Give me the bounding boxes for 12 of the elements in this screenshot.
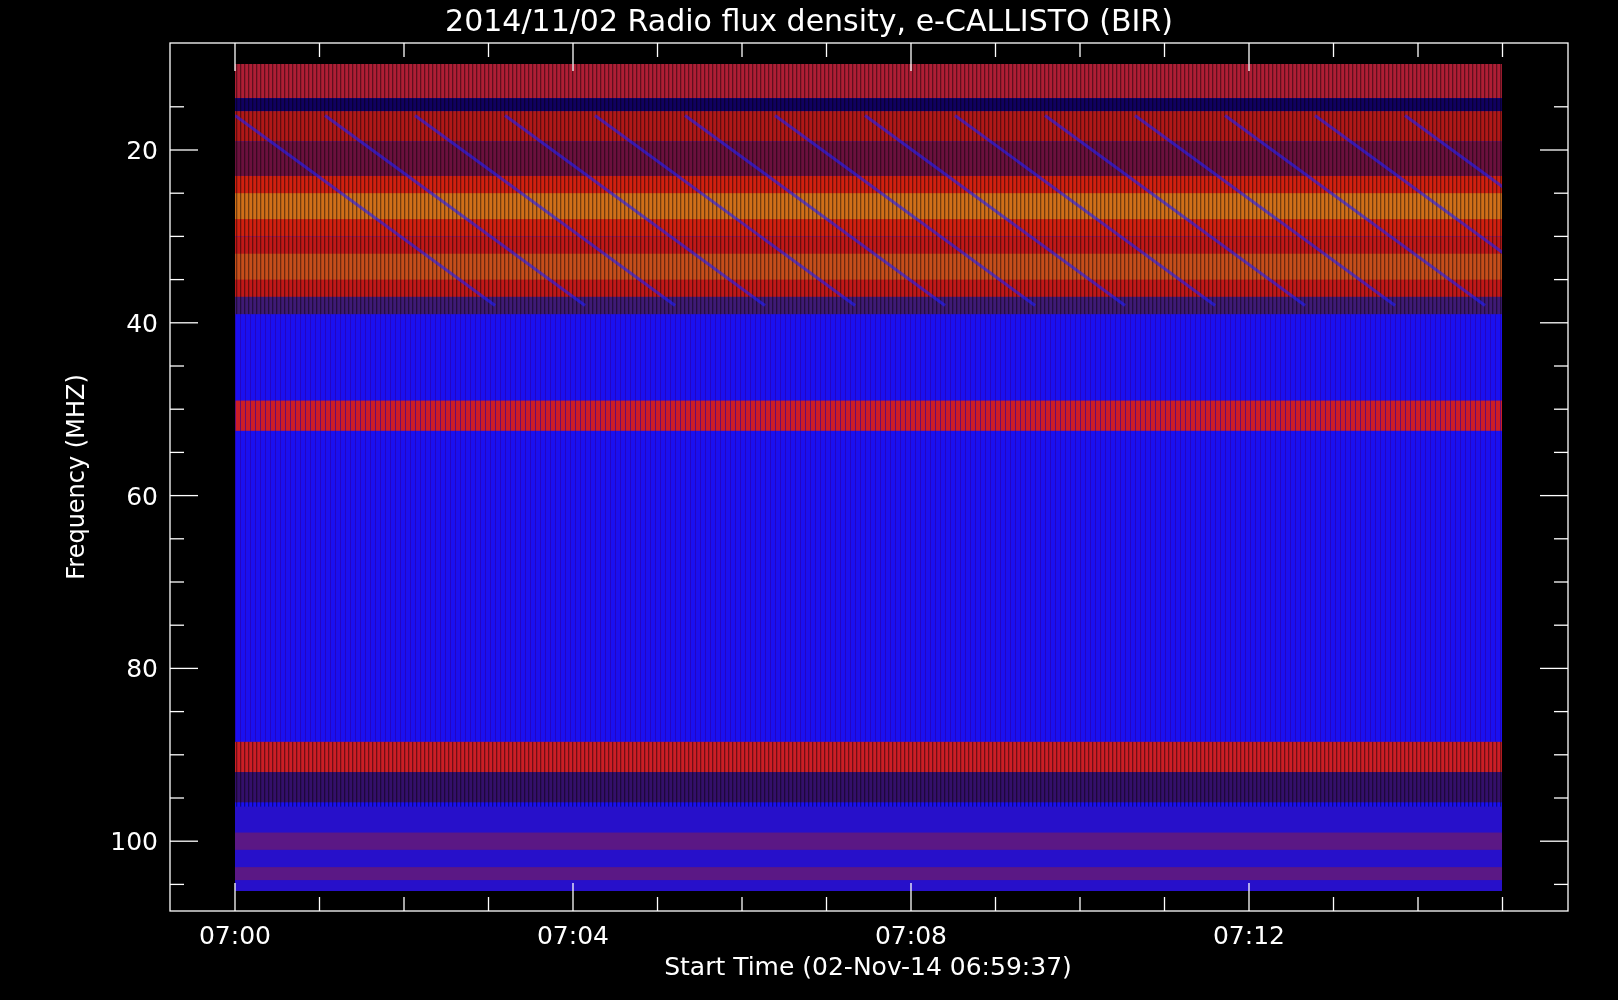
y-tick-label: 20 — [126, 136, 158, 165]
y-tick-label: 60 — [126, 481, 158, 511]
x-tick-label: 07:12 — [1213, 921, 1285, 950]
plot-title: 2014/11/02 Radio flux density, e-CALLISTO (BIR) — [445, 3, 1173, 38]
y-tick-label: 80 — [126, 654, 158, 684]
y-axis-label: Frequency (MHZ) — [62, 374, 90, 580]
x-tick-label: 07:04 — [537, 921, 609, 950]
x-tick-label: 07:08 — [875, 921, 947, 950]
y-tick-label: 40 — [126, 308, 158, 338]
x-tick-label: 07:00 — [199, 921, 271, 950]
y-tick-label: 100 — [110, 827, 158, 857]
x-axis-label: Start Time (02-Nov-14 06:59:37) — [664, 952, 1072, 981]
